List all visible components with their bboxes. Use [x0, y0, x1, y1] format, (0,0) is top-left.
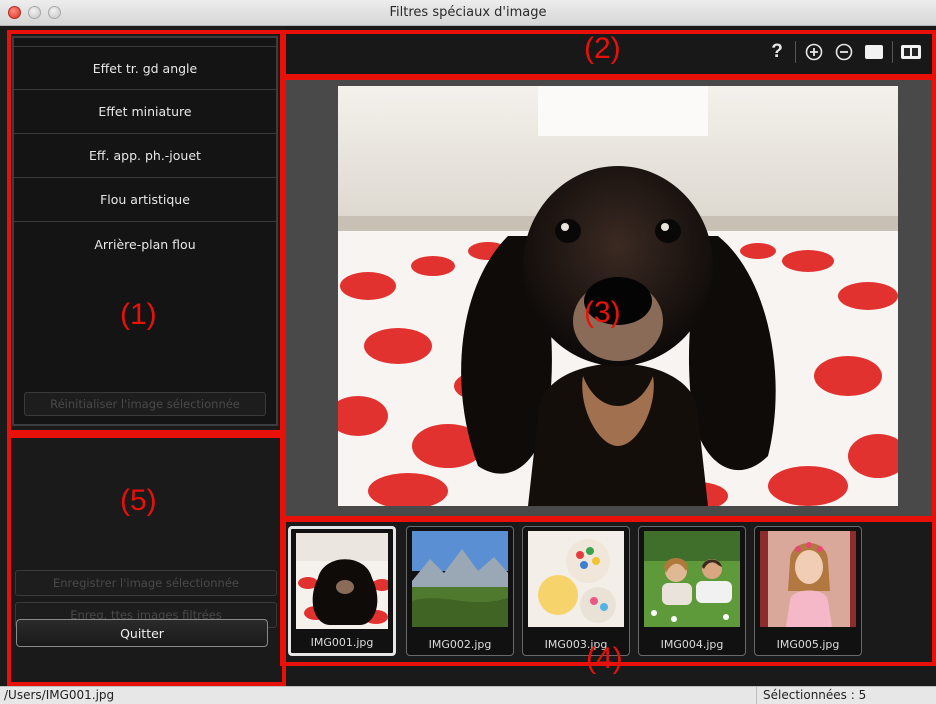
filter-miniature-button[interactable]: Effet miniature: [14, 90, 276, 134]
filter-wide-angle-button[interactable]: Effet tr. gd angle: [14, 46, 276, 90]
thumbnail-label: IMG004.jpg: [660, 638, 724, 651]
single-view-icon[interactable]: [859, 40, 889, 64]
filter-soft-focus-button[interactable]: Flou artistique: [14, 178, 276, 222]
thumbnail-img005[interactable]: IMG005.jpg: [754, 526, 862, 656]
callout-label-5: (5): [120, 484, 157, 517]
thumbnail-img002[interactable]: IMG002.jpg: [406, 526, 514, 656]
thumbnail-img004[interactable]: IMG004.jpg: [638, 526, 746, 656]
thumbnail-label: IMG001.jpg: [310, 636, 374, 649]
thumbnail-img001[interactable]: IMG001.jpg: [288, 526, 396, 656]
dual-view-icon[interactable]: [896, 40, 926, 64]
callout-label-3: (3): [584, 296, 621, 329]
filter-panel: Effet tr. gd angle Effet miniature Eff. …: [12, 36, 278, 426]
quit-button[interactable]: Quitter: [16, 619, 268, 647]
file-path: /Users/IMG001.jpg: [4, 688, 115, 702]
callout-label-1: (1): [120, 298, 157, 331]
title-bar: Filtres spéciaux d'image: [0, 0, 936, 26]
zoom-in-icon[interactable]: [799, 40, 829, 64]
help-icon[interactable]: ?: [762, 40, 792, 64]
reset-image-button[interactable]: Réinitialiser l'image sélectionnée: [24, 392, 266, 416]
left-panel: Effet tr. gd angle Effet miniature Eff. …: [0, 26, 286, 686]
window-title: Filtres spéciaux d'image: [389, 5, 547, 20]
filter-list: Effet tr. gd angle Effet miniature Eff. …: [14, 46, 276, 266]
thumbnail-label: IMG005.jpg: [776, 638, 840, 651]
callout-label-4: (4): [586, 642, 623, 675]
status-bar: /Users/IMG001.jpg Sélectionnées : 5: [0, 686, 936, 704]
callout-label-2: (2): [584, 32, 621, 65]
selected-count: Sélectionnées : 5: [756, 687, 936, 704]
thumbnail-label: IMG002.jpg: [428, 638, 492, 651]
thumbnail-img003[interactable]: IMG003.jpg: [522, 526, 630, 656]
zoom-out-icon[interactable]: [829, 40, 859, 64]
filter-toy-camera-button[interactable]: Eff. app. ph.-jouet: [14, 134, 276, 178]
filter-blur-background-button[interactable]: Arrière-plan flou: [14, 222, 276, 266]
save-selected-button[interactable]: Enregistrer l'image sélectionnée: [15, 570, 277, 596]
